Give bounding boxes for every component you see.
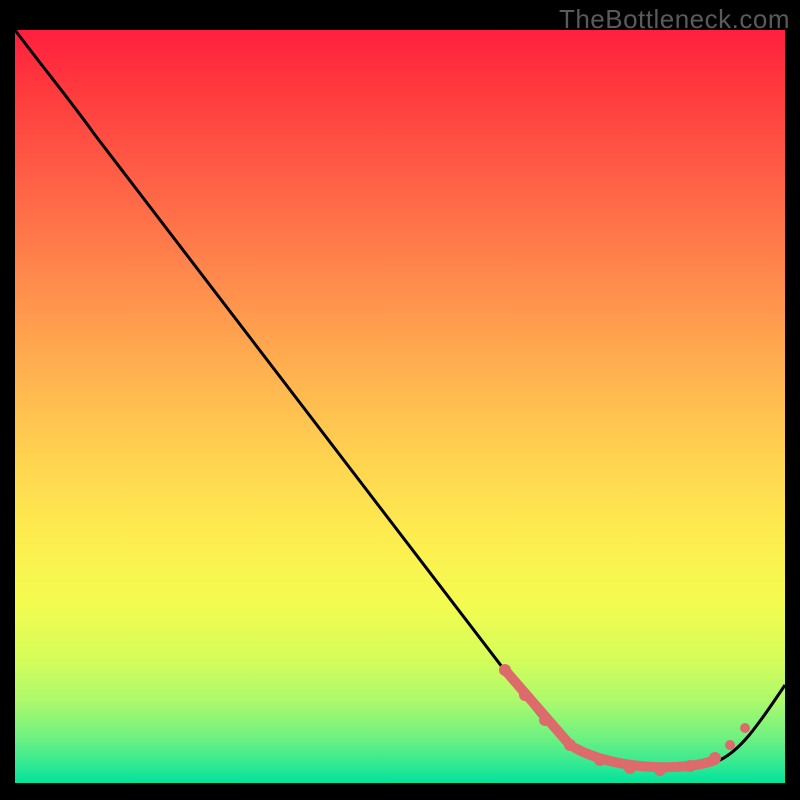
series-curve (15, 30, 785, 769)
highlight-segments (505, 670, 715, 767)
plot-area (15, 30, 785, 783)
chart-svg (15, 30, 785, 783)
watermark-text: TheBottleneck.com (559, 4, 790, 35)
chart-frame: TheBottleneck.com (0, 0, 800, 800)
